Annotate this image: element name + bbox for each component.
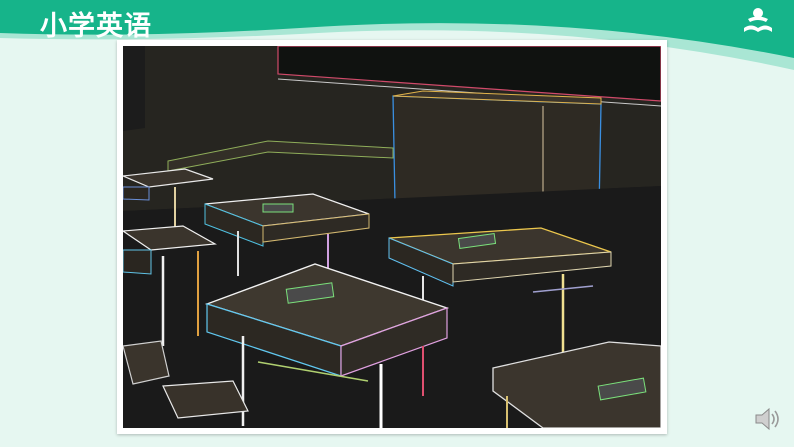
- slide-image-frame: [117, 40, 667, 434]
- book-reader-logo-icon: [740, 4, 776, 40]
- speaker-icon[interactable]: [752, 404, 782, 434]
- page-title: 小学英语: [40, 11, 152, 42]
- classroom-desks-edge-image: [123, 46, 661, 428]
